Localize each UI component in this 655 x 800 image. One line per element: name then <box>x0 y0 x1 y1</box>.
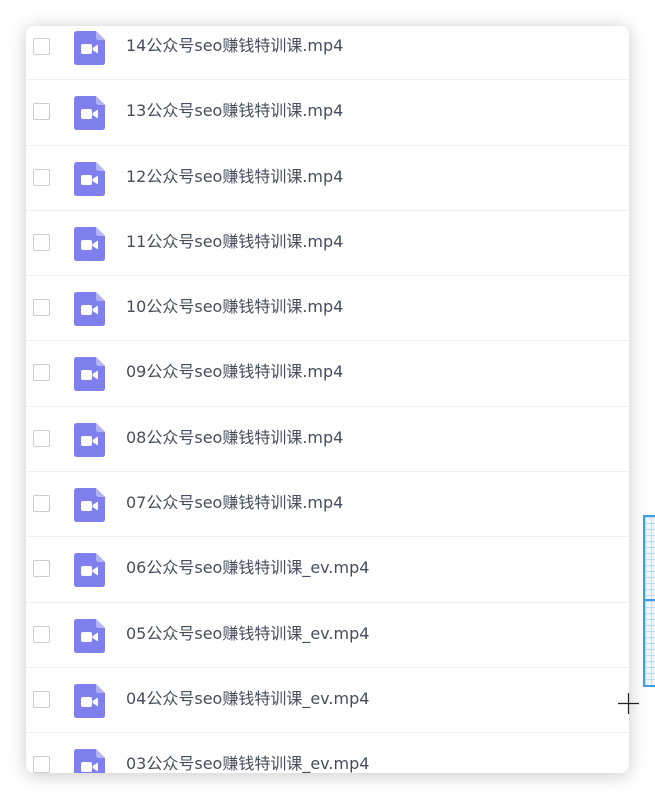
file-name[interactable]: 14公众号seo赚钱特训课.mp4 <box>126 35 343 57</box>
file-name[interactable]: 10公众号seo赚钱特训课.mp4 <box>126 296 343 318</box>
video-file-icon <box>74 161 105 196</box>
side-widget-divider <box>645 599 655 601</box>
file-name[interactable]: 12公众号seo赚钱特训课.mp4 <box>126 166 343 188</box>
video-file-icon <box>74 226 105 261</box>
video-file-icon <box>74 31 105 65</box>
file-row[interactable]: 11公众号seo赚钱特训课.mp4 <box>26 211 629 277</box>
video-file-icon <box>74 96 105 131</box>
file-name[interactable]: 05公众号seo赚钱特训课_ev.mp4 <box>126 623 369 645</box>
file-row[interactable]: 12公众号seo赚钱特训课.mp4 <box>26 146 629 211</box>
file-checkbox[interactable] <box>33 38 50 55</box>
file-name[interactable]: 13公众号seo赚钱特训课.mp4 <box>126 100 343 122</box>
file-checkbox[interactable] <box>33 299 50 317</box>
video-file-icon <box>74 357 105 392</box>
file-name[interactable]: 07公众号seo赚钱特训课.mp4 <box>126 492 343 514</box>
file-checkbox[interactable] <box>33 429 50 447</box>
video-file-icon <box>74 422 105 457</box>
file-checkbox[interactable] <box>33 495 50 513</box>
file-name[interactable]: 03公众号seo赚钱特训课_ev.mp4 <box>126 753 369 773</box>
file-row[interactable]: 08公众号seo赚钱特训课.mp4 <box>26 407 629 473</box>
file-row[interactable]: 13公众号seo赚钱特训课.mp4 <box>26 80 629 146</box>
video-file-icon <box>74 618 105 653</box>
video-file-icon <box>74 683 105 718</box>
file-list: 14公众号seo赚钱特训课.mp4 13公众号seo赚钱特训课.mp4 12公众… <box>26 26 629 773</box>
screen: 14公众号seo赚钱特训课.mp4 13公众号seo赚钱特训课.mp4 12公众… <box>0 0 655 800</box>
file-row[interactable]: 14公众号seo赚钱特训课.mp4 <box>26 26 629 81</box>
file-row[interactable]: 10公众号seo赚钱特训课.mp4 <box>26 276 629 342</box>
file-name[interactable]: 11公众号seo赚钱特训课.mp4 <box>126 231 343 253</box>
video-file-icon <box>74 292 105 327</box>
file-checkbox[interactable] <box>33 103 50 121</box>
file-list-panel: 14公众号seo赚钱特训课.mp4 13公众号seo赚钱特训课.mp4 12公众… <box>26 26 629 773</box>
file-checkbox[interactable] <box>33 625 50 643</box>
video-file-icon <box>74 749 105 773</box>
file-checkbox[interactable] <box>33 168 50 186</box>
file-name[interactable]: 04公众号seo赚钱特训课_ev.mp4 <box>126 688 369 710</box>
file-row[interactable]: 04公众号seo赚钱特训课_ev.mp4 <box>26 668 629 734</box>
file-row[interactable]: 07公众号seo赚钱特训课.mp4 <box>26 472 629 538</box>
file-name[interactable]: 09公众号seo赚钱特训课.mp4 <box>126 361 343 383</box>
file-checkbox[interactable] <box>33 560 50 578</box>
video-file-icon <box>74 488 105 523</box>
crosshair-cursor-icon <box>618 693 639 714</box>
file-name[interactable]: 06公众号seo赚钱特训课_ev.mp4 <box>126 557 369 579</box>
file-checkbox[interactable] <box>33 690 50 708</box>
file-checkbox[interactable] <box>33 756 50 773</box>
file-row[interactable]: 06公众号seo赚钱特训课_ev.mp4 <box>26 537 629 603</box>
side-grid-widget <box>643 515 655 687</box>
file-row[interactable]: 05公众号seo赚钱特训课_ev.mp4 <box>26 603 629 668</box>
video-file-icon <box>74 553 105 588</box>
file-checkbox[interactable] <box>33 364 50 382</box>
file-row[interactable]: 03公众号seo赚钱特训课_ev.mp4 <box>26 733 629 773</box>
file-name[interactable]: 08公众号seo赚钱特训课.mp4 <box>126 427 343 449</box>
file-row[interactable]: 09公众号seo赚钱特训课.mp4 <box>26 341 629 407</box>
file-checkbox[interactable] <box>33 233 50 251</box>
